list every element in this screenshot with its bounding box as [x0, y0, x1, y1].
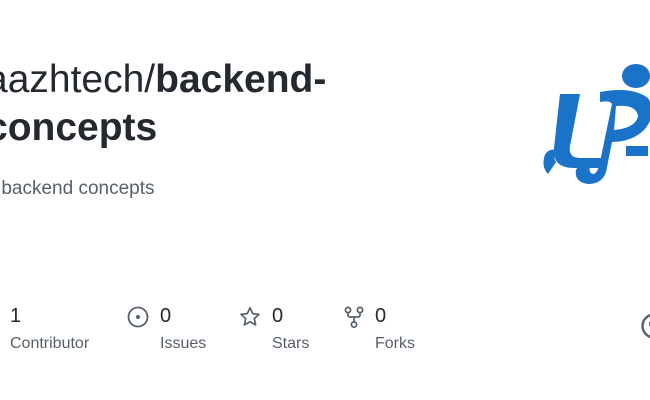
repo-owner: aazhtech/	[0, 58, 156, 101]
star-icon	[240, 306, 260, 326]
stat-stars[interactable]: 0 Stars	[239, 300, 339, 360]
stat-count: 0	[160, 305, 172, 327]
stat-label: Contributor	[10, 335, 90, 352]
repo-description: va backend concepts	[0, 178, 155, 199]
stat-label: Forks	[375, 335, 415, 352]
owner-logo	[543, 64, 650, 184]
stat-forks[interactable]: 0 Forks	[343, 300, 443, 360]
stat-count: 1	[10, 305, 22, 327]
stat-label: Issues	[160, 335, 207, 352]
stat-issues[interactable]: 0 Issues	[127, 300, 237, 360]
github-mark-icon	[641, 313, 650, 339]
stat-label: Stars	[272, 335, 310, 352]
issue-opened-icon	[127, 306, 149, 328]
repo-name-line1: backend-	[155, 58, 327, 101]
repo-title[interactable]: aazhtech/backend-concepts	[0, 56, 426, 152]
repo-forked-icon	[344, 306, 364, 328]
repo-social-card: aazhtech/backend-concepts va backend con…	[0, 0, 650, 400]
stat-contributors[interactable]: 1 Contributor	[0, 300, 110, 360]
stat-count: 0	[375, 305, 387, 327]
repo-stats: 1 Contributor 0 Issues 0 Stars 0 Forks	[0, 300, 500, 360]
repo-name-line2: concepts	[0, 106, 158, 149]
stat-count: 0	[272, 305, 284, 327]
